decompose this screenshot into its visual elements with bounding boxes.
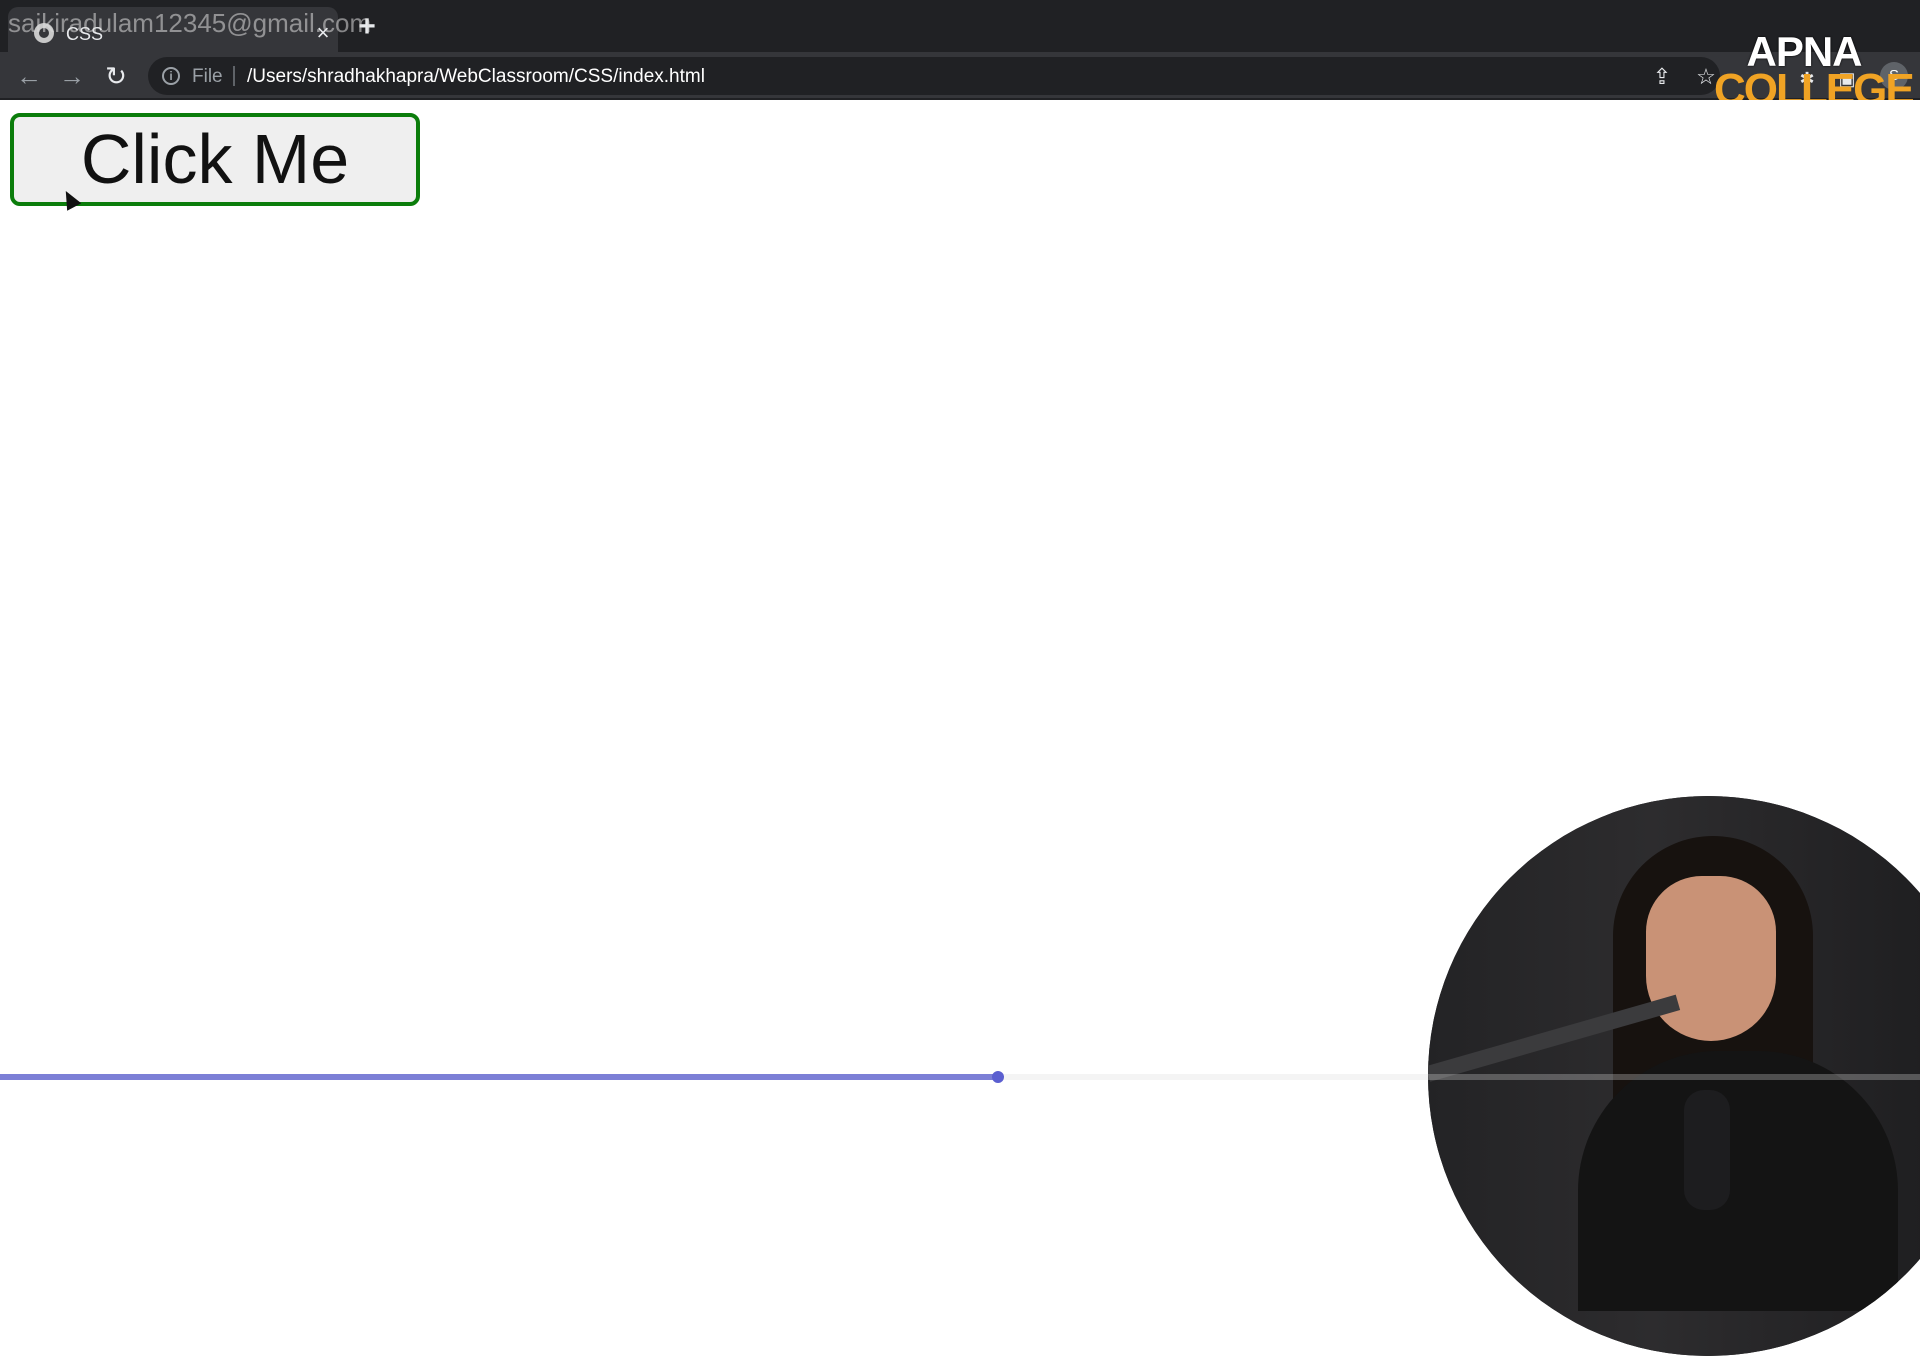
omnibox-divider bbox=[233, 66, 235, 86]
share-icon[interactable]: ⇪ bbox=[1648, 63, 1676, 91]
presenter-face bbox=[1646, 876, 1776, 1041]
forward-button[interactable]: → bbox=[55, 61, 89, 91]
url-text[interactable]: /Users/shradhakhapra/WebClassroom/CSS/in… bbox=[247, 66, 705, 88]
video-progress-track[interactable] bbox=[0, 1071, 1920, 1083]
browser-tabstrip: CSS × + saikiradulam12345@gmail.com bbox=[0, 0, 1920, 52]
video-progress-fill bbox=[0, 1074, 999, 1080]
reload-button[interactable]: ↻ bbox=[99, 61, 133, 91]
page-viewport: Click Me bbox=[0, 100, 1920, 1356]
info-icon[interactable]: i bbox=[162, 67, 180, 85]
video-progress-knob[interactable] bbox=[992, 1071, 1005, 1083]
back-button[interactable]: ← bbox=[12, 61, 46, 91]
scheme-label: File bbox=[192, 66, 223, 87]
address-bar[interactable]: i File /Users/shradhakhapra/WebClassroom… bbox=[148, 57, 1720, 95]
microphone-icon bbox=[1684, 1090, 1730, 1210]
email-watermark: saikiradulam12345@gmail.com bbox=[8, 8, 372, 38]
browser-toolbar: ← → ↻ i File /Users/shradhakhapra/WebCla… bbox=[0, 52, 1920, 100]
presenter-body bbox=[1578, 1051, 1898, 1311]
